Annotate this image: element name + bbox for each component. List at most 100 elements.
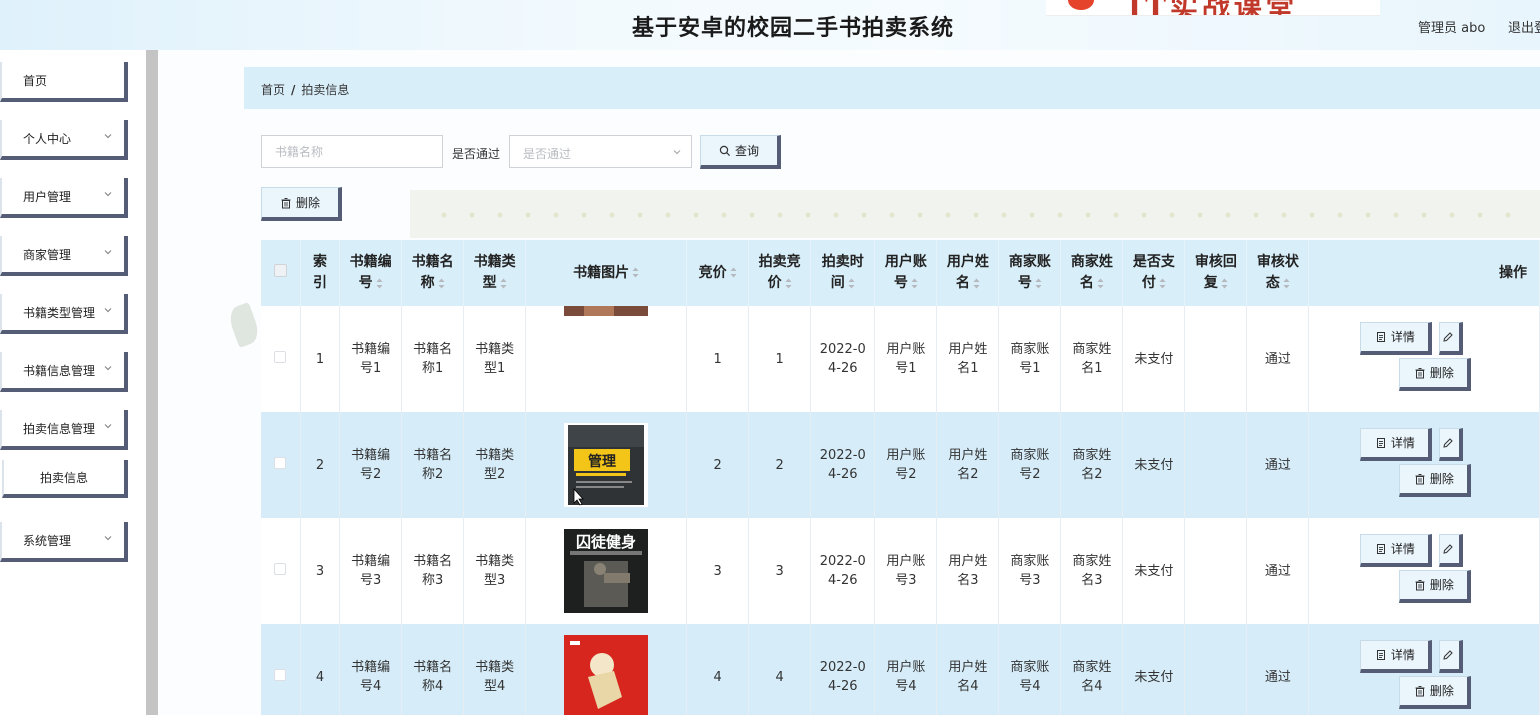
query-button[interactable]: 查询 <box>700 135 781 169</box>
table-cell: 书籍名 称2 <box>401 412 465 518</box>
detail-button[interactable]: 详情 <box>1360 534 1433 567</box>
detail-button[interactable]: 详情 <box>1360 428 1433 461</box>
sort-icon[interactable] <box>730 267 737 278</box>
sort-icon[interactable] <box>973 278 980 289</box>
row-checkbox[interactable] <box>274 562 287 575</box>
actions-cell: 详情 删除 <box>1308 624 1540 715</box>
table-cell <box>261 518 301 624</box>
table-cell: 2 <box>686 412 750 518</box>
detail-button-label: 详情 <box>1390 329 1415 344</box>
sort-icon[interactable] <box>911 278 918 289</box>
column-header-label: 价 <box>767 275 782 291</box>
edit-icon <box>1443 650 1453 660</box>
cell-text: 3 <box>713 563 722 579</box>
delete-button[interactable]: 删除 <box>1399 358 1472 391</box>
cell-text: 未支付 <box>1134 563 1174 579</box>
table-cell: 用户姓 名3 <box>936 518 1000 624</box>
sidebar-item-system[interactable]: 系统管理 <box>0 522 128 562</box>
column-header-label: 操作 <box>1499 264 1527 281</box>
sidebar-item-users[interactable]: 用户管理 <box>0 178 128 218</box>
cell-text: 商家账 <box>1010 448 1050 463</box>
table-cell: 书籍编 号1 <box>339 306 403 412</box>
cell-text: 通过 <box>1264 457 1291 473</box>
document-icon <box>1376 544 1385 554</box>
table-cell: 用户姓 名1 <box>936 306 1000 412</box>
column-header-label: 书籍名 <box>411 254 454 270</box>
sidebar-item-book-types[interactable]: 书籍类型管理 <box>0 294 128 334</box>
sidebar-item-merchants[interactable]: 商家管理 <box>0 236 128 276</box>
column-header-label: 号 <box>358 275 373 291</box>
table-cell: 通过 <box>1246 412 1310 518</box>
sort-icon[interactable] <box>848 278 855 289</box>
detail-button[interactable]: 详情 <box>1360 640 1433 673</box>
table-cell: 书籍名 称4 <box>401 624 465 715</box>
cell-text: 书籍编 <box>351 342 391 357</box>
cell-text: 商家账 <box>1010 554 1050 569</box>
delete-button[interactable]: 删除 <box>1399 464 1472 497</box>
cell-text: 用户姓 <box>948 554 988 569</box>
sort-icon[interactable] <box>632 267 639 278</box>
edit-button[interactable] <box>1439 640 1464 673</box>
breadcrumb-home[interactable]: 首页 <box>261 83 285 97</box>
sort-icon[interactable] <box>1035 278 1042 289</box>
chevron-down-icon <box>104 424 112 429</box>
sort-icon[interactable] <box>376 278 383 289</box>
row-checkbox[interactable] <box>274 350 287 363</box>
column-header: 竞价 <box>686 240 750 306</box>
row-checkbox[interactable] <box>274 456 287 469</box>
table-cell <box>261 306 301 412</box>
sort-icon[interactable] <box>500 278 507 289</box>
sidebar-subitem-auction-info[interactable]: 拍卖信息 <box>2 460 128 498</box>
sidebar-item-label: 个人中心 <box>23 131 72 146</box>
cell-text: 4 <box>775 669 784 685</box>
edit-button[interactable] <box>1439 322 1464 355</box>
sidebar-item-auction-management[interactable]: 拍卖信息管理 <box>0 410 128 450</box>
cell-text: 称3 <box>422 573 444 588</box>
sidebar-item-book-info[interactable]: 书籍信息管理 <box>0 352 128 392</box>
batch-delete-button[interactable]: 删除 <box>261 187 342 221</box>
select-all-checkbox[interactable] <box>273 263 287 277</box>
column-header-label: 审核回 <box>1194 254 1237 270</box>
sort-icon[interactable] <box>785 278 792 289</box>
logout-link[interactable]: 退出登录 <box>1508 17 1540 36</box>
row-checkbox[interactable] <box>274 668 287 681</box>
cell-text: 4-26 <box>827 679 858 694</box>
sidebar-item-profile[interactable]: 个人中心 <box>0 120 128 160</box>
column-header: 商家姓名 <box>1060 240 1124 306</box>
cell-text: 用户账 <box>886 448 926 463</box>
cell-text: 型1 <box>484 361 506 376</box>
delete-button[interactable]: 删除 <box>1399 570 1472 603</box>
column-header-label: 名 <box>1079 275 1094 291</box>
sidebar-item-home[interactable]: 首页 <box>0 62 128 102</box>
column-header-label: 称 <box>420 275 435 291</box>
sort-icon[interactable] <box>1283 278 1290 289</box>
edit-button[interactable] <box>1439 534 1464 567</box>
cell-text: 书籍类 <box>475 448 515 463</box>
sort-icon[interactable] <box>1221 278 1228 289</box>
pass-filter-select[interactable]: 是否通过 <box>509 135 692 168</box>
column-header-label: 拍卖竞 <box>758 254 801 270</box>
cell-text: 3 <box>315 563 325 579</box>
breadcrumb-separator: / <box>291 83 296 97</box>
select-all-header <box>261 240 301 306</box>
sort-icon[interactable] <box>438 278 445 289</box>
table-cell: 2 <box>748 412 812 518</box>
trash-icon <box>1415 686 1425 697</box>
edit-button[interactable] <box>1439 428 1464 461</box>
cell-text: 用户姓 <box>948 342 988 357</box>
sort-icon[interactable] <box>1159 278 1166 289</box>
app-header: 基于安卓的校园二手书拍卖系统 IT实战课堂 管理员 abo 退出登录 <box>0 0 1540 50</box>
delete-button[interactable]: 删除 <box>1399 676 1472 709</box>
table-cell: 通过 <box>1246 306 1310 412</box>
column-header-label: 书籍类 <box>473 254 516 270</box>
book-name-search-input[interactable] <box>261 135 443 168</box>
column-header-label: 号 <box>893 275 908 291</box>
sort-icon[interactable] <box>1097 278 1104 289</box>
table-cell: 书籍名 称1 <box>401 306 465 412</box>
column-header-label: 竞价 <box>698 264 727 281</box>
column-header: 是否支付 <box>1122 240 1186 306</box>
sidebar-scrollbar[interactable] <box>146 50 158 715</box>
edit-icon <box>1443 438 1453 448</box>
column-header: 商家账号 <box>998 240 1062 306</box>
detail-button[interactable]: 详情 <box>1360 322 1433 355</box>
